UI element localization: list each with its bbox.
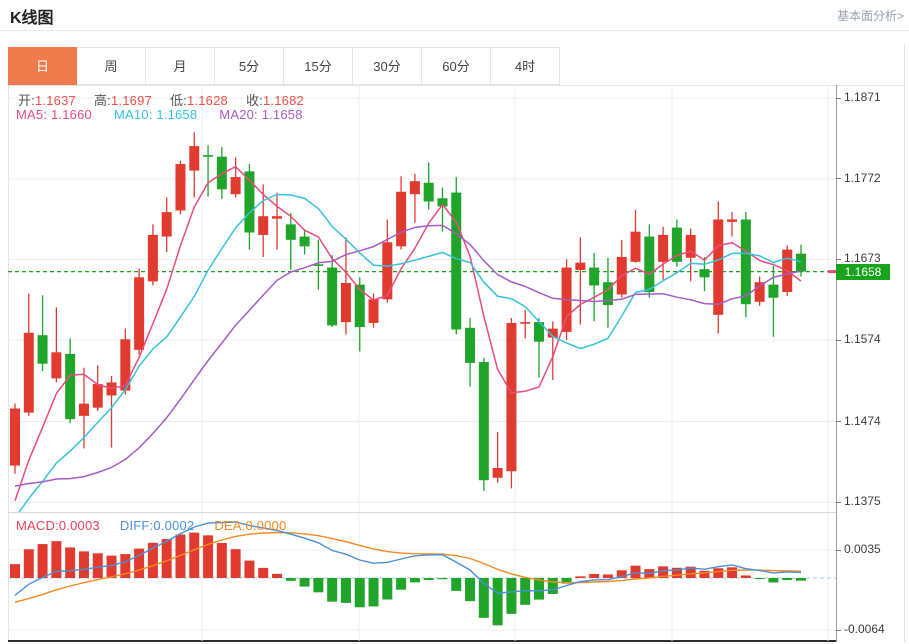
macd-tick-dash — [836, 630, 841, 631]
tab-15min[interactable]: 15分 — [284, 47, 353, 85]
macd-tick-label: -0.0064 — [844, 622, 885, 636]
tab-4hour[interactable]: 4时 — [491, 47, 560, 85]
price-tick-dash — [836, 98, 841, 99]
tab-5min[interactable]: 5分 — [215, 47, 284, 85]
interval-tab-bar: 日周月5分15分30分60分4时 — [8, 47, 560, 85]
price-chart — [8, 85, 836, 512]
price-tick-label: 1.1474 — [844, 414, 881, 428]
tab-day[interactable]: 日 — [8, 47, 77, 85]
fundamental-analysis-link[interactable]: 基本面分析> — [837, 7, 904, 24]
tab-30min[interactable]: 30分 — [353, 47, 422, 85]
price-tick-dash — [836, 502, 841, 503]
tab-month[interactable]: 月 — [146, 47, 215, 85]
page-title: K线图 — [10, 4, 54, 28]
price-tick-label: 1.1375 — [844, 494, 881, 508]
panel-right-border — [904, 45, 905, 642]
price-tick-dash — [836, 259, 841, 260]
price-tick-label: 1.1871 — [844, 90, 881, 104]
kline-page: { "header": { "title": "K线图", "link": "基… — [0, 0, 909, 644]
tab-60min[interactable]: 60分 — [422, 47, 491, 85]
macd-tick-label: 0.0035 — [844, 542, 881, 556]
price-tick-dash — [836, 340, 841, 341]
price-tick-label: 1.1574 — [844, 332, 881, 346]
tab-week[interactable]: 周 — [77, 47, 146, 85]
price-tick-label: 1.1772 — [844, 171, 881, 185]
current-price-badge: 1.1658 — [836, 264, 890, 280]
price-tick-dash — [836, 421, 841, 422]
macd-chart — [8, 513, 836, 641]
macd-tick-dash — [836, 550, 841, 551]
axis-separator — [836, 85, 837, 642]
header-divider — [0, 30, 909, 31]
price-tick-dash — [836, 178, 841, 179]
